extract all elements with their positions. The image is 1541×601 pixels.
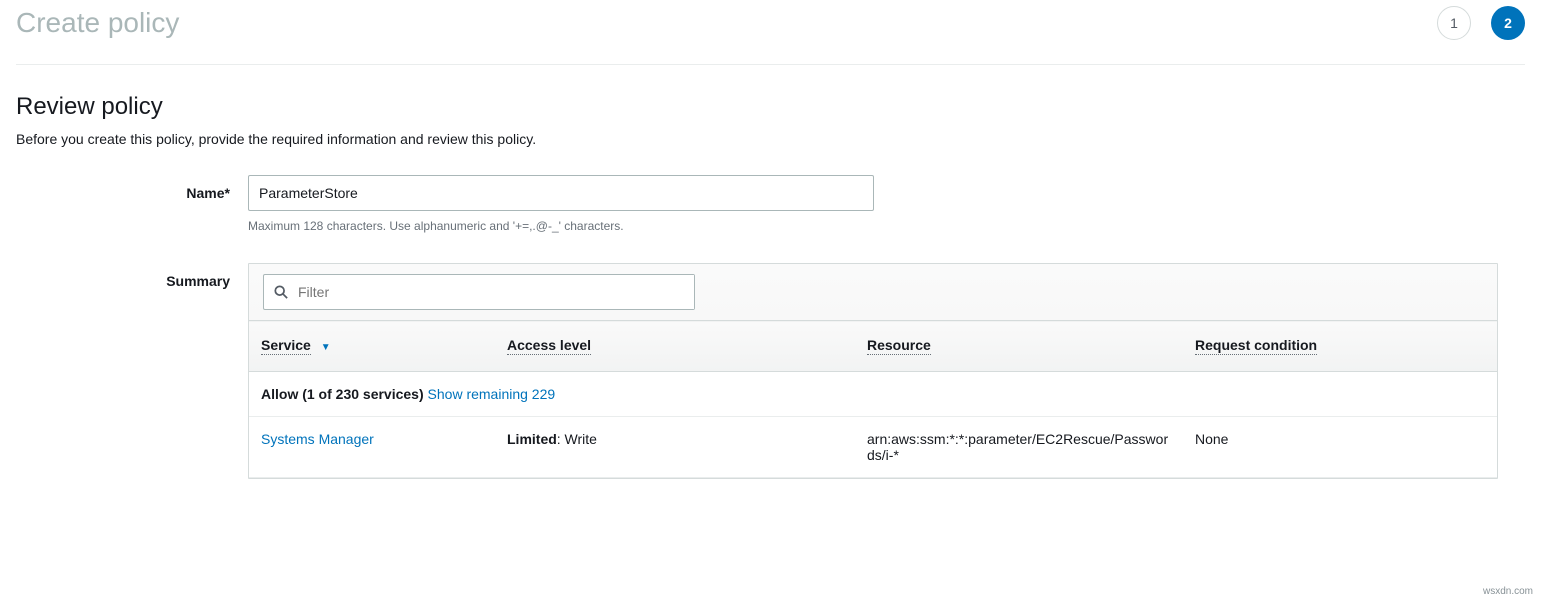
- search-icon: [264, 285, 294, 299]
- name-label: Name*: [16, 175, 248, 201]
- page-title: Create policy: [16, 7, 179, 39]
- filter-input[interactable]: [294, 275, 694, 309]
- review-description: Before you create this policy, provide t…: [16, 131, 1525, 147]
- column-service[interactable]: Service ▼: [249, 321, 495, 372]
- step-2[interactable]: 2: [1491, 6, 1525, 40]
- summary-label: Summary: [16, 263, 248, 289]
- watermark: wsxdn.com: [1483, 586, 1533, 597]
- allow-count: Allow (1 of 230 services): [261, 386, 424, 402]
- access-level-prefix: Limited: [507, 431, 557, 447]
- wizard-steps: 1 2: [1437, 6, 1525, 40]
- show-remaining-link[interactable]: Show remaining 229: [428, 386, 556, 402]
- column-access-level[interactable]: Access level: [495, 321, 855, 372]
- step-1[interactable]: 1: [1437, 6, 1471, 40]
- allow-summary-row: Allow (1 of 230 services) Show remaining…: [249, 372, 1497, 417]
- request-condition: None: [1195, 431, 1228, 447]
- summary-table: Service ▼ Access level Resource Request …: [249, 320, 1497, 478]
- sort-caret-down-icon: ▼: [321, 342, 331, 353]
- column-request-condition[interactable]: Request condition: [1183, 321, 1497, 372]
- filter-wrapper[interactable]: [263, 274, 695, 310]
- resource-arn: arn:aws:ssm:*:*:parameter/EC2Rescue/Pass…: [867, 431, 1168, 463]
- name-hint: Maximum 128 characters. Use alphanumeric…: [248, 219, 1498, 233]
- access-level-suffix: : Write: [557, 431, 597, 447]
- service-link[interactable]: Systems Manager: [261, 431, 374, 447]
- summary-panel: Service ▼ Access level Resource Request …: [248, 263, 1498, 479]
- name-input[interactable]: [248, 175, 874, 211]
- table-row: Systems Manager Limited: Write arn:aws:s…: [249, 417, 1497, 478]
- review-title: Review policy: [16, 93, 1525, 121]
- column-resource[interactable]: Resource: [855, 321, 1183, 372]
